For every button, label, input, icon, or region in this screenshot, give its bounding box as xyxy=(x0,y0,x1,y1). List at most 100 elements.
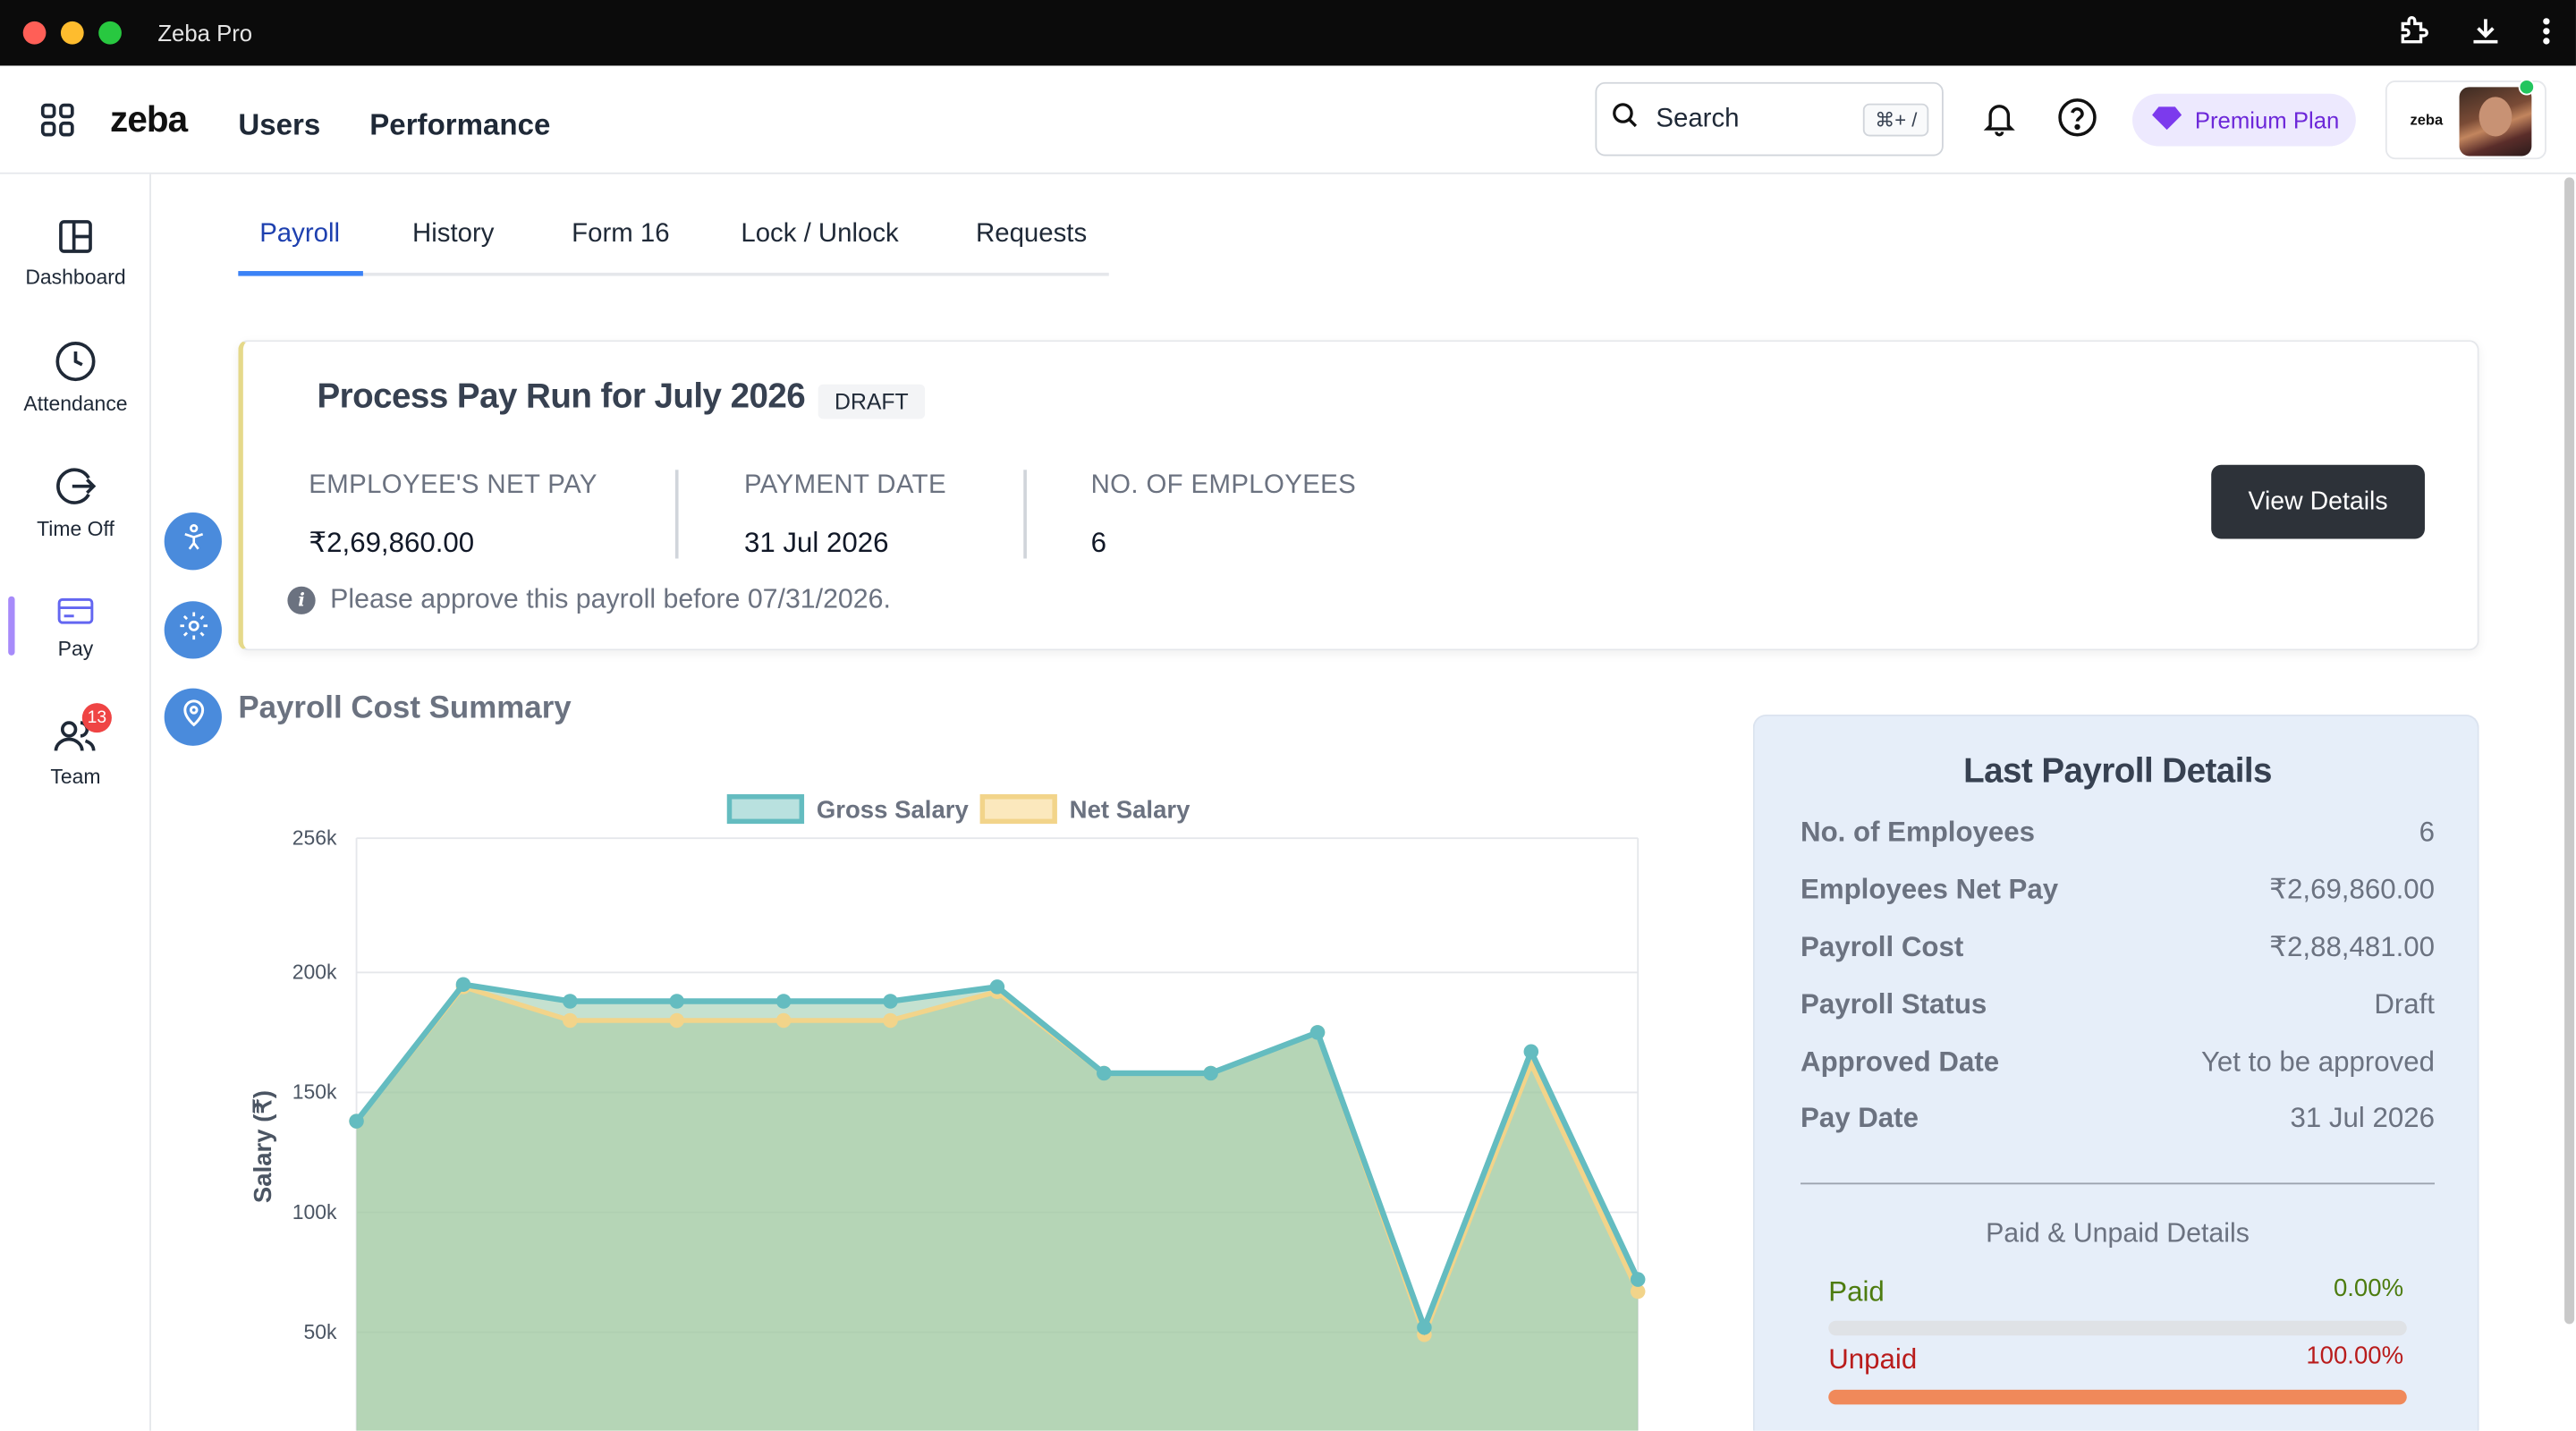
sidebar-item-time-off[interactable]: Time Off xyxy=(0,465,151,540)
search-input[interactable]: Search ⌘+ / xyxy=(1595,81,1944,157)
sidebar: Dashboard Attendance Time Off Pay 13 Tea… xyxy=(0,174,151,1431)
premium-plan-badge[interactable]: Premium Plan xyxy=(2132,93,2356,147)
paid-label: Paid xyxy=(1828,1276,1885,1308)
stat-divider xyxy=(674,470,679,559)
status-badge: DRAFT xyxy=(818,384,926,419)
net-pay-value: ₹2,69,860.00 xyxy=(309,527,475,559)
profile-menu[interactable]: zeba xyxy=(2385,79,2546,160)
view-details-button[interactable]: View Details xyxy=(2211,464,2425,539)
detail-row-pay-date: Pay Date 31 Jul 2026 xyxy=(1801,1102,2435,1141)
gross-salary-point xyxy=(1523,1044,1539,1060)
detail-label: Pay Date xyxy=(1801,1102,1919,1134)
unpaid-progress-bar xyxy=(1828,1389,2407,1405)
minimize-window-button[interactable] xyxy=(60,21,84,45)
sparkle-person-icon xyxy=(178,522,208,560)
tab-form-16[interactable]: Form 16 xyxy=(572,220,669,250)
sidebar-item-pay[interactable]: Pay xyxy=(0,595,151,660)
team-icon xyxy=(0,716,151,756)
nav-users[interactable]: Users xyxy=(238,108,320,143)
detail-row-approved-date: Approved Date Yet to be approved xyxy=(1801,1046,2435,1086)
detail-label: Payroll Status xyxy=(1801,988,1987,1020)
zeba-logo[interactable]: zeba xyxy=(110,98,188,141)
detail-row-payroll-status: Payroll Status Draft xyxy=(1801,989,2435,1029)
gross-salary-point xyxy=(349,1113,364,1129)
sidebar-item-team[interactable]: 13 Team xyxy=(0,703,151,789)
tab-payroll[interactable]: Payroll xyxy=(259,220,340,250)
paid-unpaid-title: Paid & Unpaid Details xyxy=(1986,1218,2250,1249)
settings-float-button[interactable] xyxy=(164,601,222,659)
gross-salary-point xyxy=(883,994,898,1009)
y-axis-label: Salary (₹) xyxy=(249,1090,276,1203)
gross-salary-point xyxy=(669,994,684,1009)
gross-salary-point xyxy=(1417,1319,1432,1335)
y-tick-label: 150k xyxy=(292,1080,337,1104)
location-float-button[interactable] xyxy=(164,688,222,746)
online-status-dot xyxy=(2518,79,2536,96)
tab-lock-unlock[interactable]: Lock / Unlock xyxy=(741,220,898,250)
detail-value: ₹2,69,860.00 xyxy=(2269,874,2435,906)
clock-icon xyxy=(0,340,151,383)
window-controls xyxy=(22,21,122,45)
gross-salary-point xyxy=(1630,1272,1646,1287)
net-salary-point xyxy=(563,1012,578,1029)
download-icon[interactable] xyxy=(2468,13,2504,49)
net-salary-point xyxy=(669,1012,684,1029)
window-title: Zeba Pro xyxy=(157,20,253,47)
tab-requests[interactable]: Requests xyxy=(976,220,1087,250)
payment-date-label: PAYMENT DATE xyxy=(744,471,946,500)
gross-salary-point xyxy=(989,979,1005,995)
unpaid-percentage: 100.00% xyxy=(2306,1342,2404,1370)
help-icon[interactable] xyxy=(2057,97,2098,146)
sidebar-item-label: Pay xyxy=(57,637,94,661)
detail-value: Yet to be approved xyxy=(2200,1046,2435,1078)
payment-date-value: 31 Jul 2026 xyxy=(744,527,889,559)
extension-icon[interactable] xyxy=(2395,13,2431,49)
net-pay-label: EMPLOYEE'S NET PAY xyxy=(309,471,597,500)
gross-salary-point xyxy=(1309,1025,1326,1040)
pay-run-title: Process Pay Run for July 2026 xyxy=(317,377,806,416)
layout-icon xyxy=(0,216,151,256)
sidebar-item-label: Attendance xyxy=(23,392,128,416)
sidebar-item-label: Team xyxy=(50,765,101,789)
gross-salary-point xyxy=(455,977,471,992)
detail-value: Draft xyxy=(2374,988,2435,1020)
active-tab-indicator xyxy=(238,271,363,276)
notifications-bell-icon[interactable] xyxy=(1981,98,2017,146)
scrollbar-thumb[interactable] xyxy=(2564,177,2575,1325)
employee-count-value: 6 xyxy=(1090,527,1106,559)
diamond-icon xyxy=(2152,105,2182,136)
close-window-button[interactable] xyxy=(22,21,47,45)
sidebar-item-dashboard[interactable]: Dashboard xyxy=(0,216,151,289)
gross-salary-point xyxy=(563,994,578,1009)
maximize-window-button[interactable] xyxy=(98,21,122,45)
detail-row-employees: No. of Employees 6 xyxy=(1801,817,2435,856)
info-icon: i xyxy=(287,586,316,614)
sidebar-item-label: Dashboard xyxy=(25,266,126,290)
unpaid-progress-fill xyxy=(1828,1389,2407,1405)
more-menu-icon[interactable] xyxy=(2540,13,2554,49)
nav-performance[interactable]: Performance xyxy=(369,108,550,143)
search-shortcut-badge: ⌘+ / xyxy=(1863,103,1929,137)
apps-grid-icon[interactable] xyxy=(39,102,75,147)
assistant-float-button[interactable] xyxy=(164,512,222,571)
gross-salary-point xyxy=(1203,1065,1218,1081)
y-tick-label: 256k xyxy=(292,826,337,850)
premium-plan-label: Premium Plan xyxy=(2194,106,2340,133)
sidebar-item-attendance[interactable]: Attendance xyxy=(0,340,151,416)
tab-history[interactable]: History xyxy=(412,220,494,250)
unpaid-label: Unpaid xyxy=(1828,1343,1918,1376)
payroll-cost-summary-title: Payroll Cost Summary xyxy=(238,691,572,726)
sidebar-item-label: Time Off xyxy=(37,517,114,541)
payroll-cost-chart: 256k 200k 150k 100k 50k Salary (₹) Gross Salar… xyxy=(249,794,1646,1431)
detail-value: 31 Jul 2026 xyxy=(2290,1102,2435,1134)
last-payroll-panel: Last Payroll Details No. of Employees 6 … xyxy=(1752,714,2479,1431)
legend-label: Net Salary xyxy=(1070,796,1191,824)
detail-value: ₹2,88,481.00 xyxy=(2269,931,2435,963)
approval-note: i Please approve this payroll before 07/… xyxy=(287,585,891,616)
detail-label: Employees Net Pay xyxy=(1801,874,2059,906)
y-tick-label: 50k xyxy=(304,1320,338,1343)
page-scrollbar[interactable] xyxy=(2563,174,2576,1431)
avatar xyxy=(2459,87,2532,157)
card-icon xyxy=(0,595,151,628)
detail-label: No. of Employees xyxy=(1801,816,2036,848)
